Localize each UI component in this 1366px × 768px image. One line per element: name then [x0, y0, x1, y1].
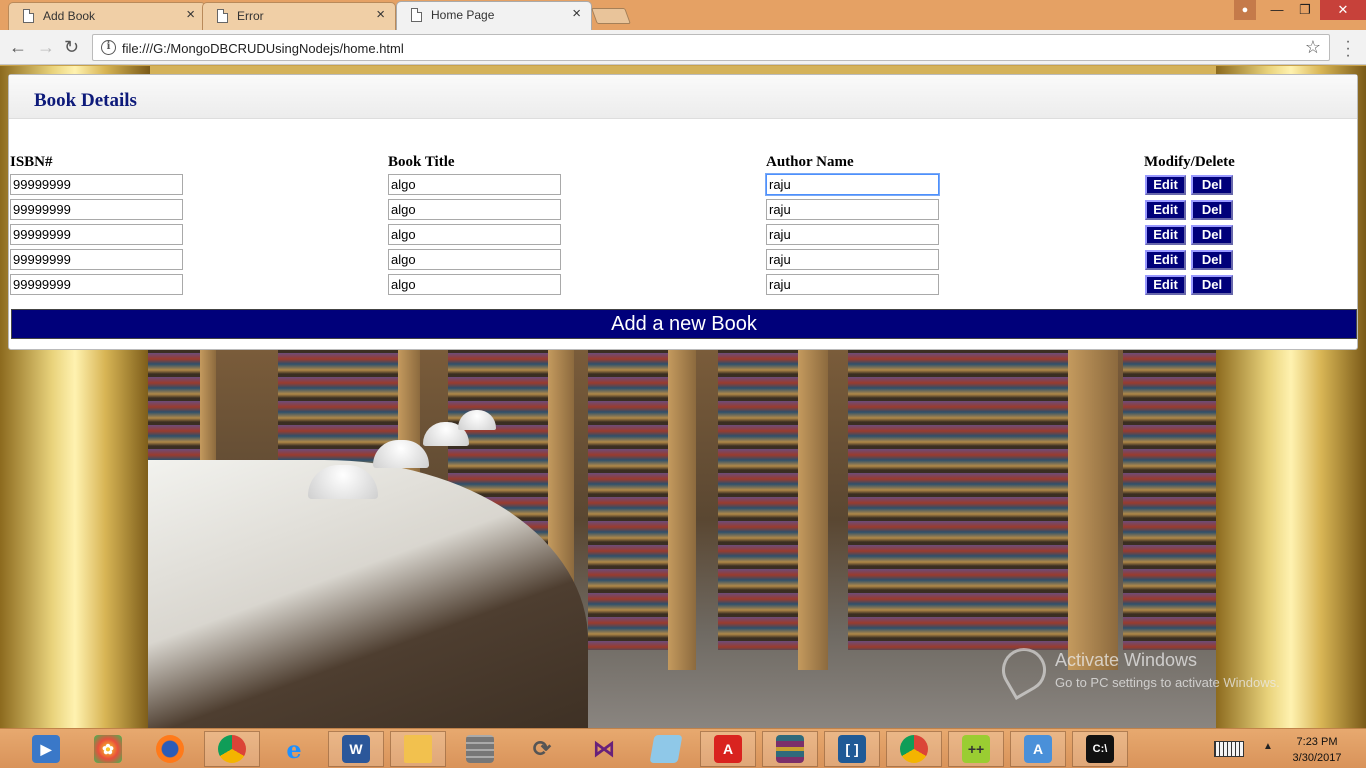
- brackets-icon[interactable]: [ ]: [824, 731, 880, 767]
- tab-title: Error: [237, 9, 264, 23]
- author-field[interactable]: [766, 224, 939, 245]
- column-header-isbn: ISBN#: [10, 154, 53, 170]
- command-prompt-icon[interactable]: C:\: [1072, 731, 1128, 767]
- chrome-icon[interactable]: [886, 731, 942, 767]
- watermark-title: Activate Windows: [1055, 650, 1198, 670]
- title-field[interactable]: [388, 199, 561, 220]
- tray-expand-icon[interactable]: ▲: [1263, 741, 1273, 752]
- column-header-actions: Modify/Delete: [1144, 154, 1235, 170]
- windows-taskbar: ▶ ✿ e W ⟳ ⋈ A [ ] ++ A C:\ ▲ 7:23 PM 3/3…: [0, 728, 1366, 768]
- edit-button[interactable]: Edit: [1145, 250, 1186, 270]
- author-field[interactable]: [766, 274, 939, 295]
- star-icon[interactable]: ☆: [1305, 37, 1321, 58]
- tab-add-book[interactable]: Add Book ×: [8, 2, 206, 30]
- sync-icon[interactable]: ⟳: [514, 731, 570, 767]
- word-icon[interactable]: W: [328, 731, 384, 767]
- edit-button[interactable]: Edit: [1145, 175, 1186, 195]
- edit-button[interactable]: Edit: [1145, 275, 1186, 295]
- reload-icon[interactable]: ↻: [64, 37, 79, 57]
- clock[interactable]: 7:23 PM 3/30/2017: [1284, 734, 1350, 766]
- menu-dots-icon[interactable]: · · ·: [1344, 34, 1352, 64]
- winrar-icon[interactable]: [762, 731, 818, 767]
- arrow-left-icon[interactable]: ←: [9, 37, 27, 57]
- clock-date: 3/30/2017: [1292, 752, 1342, 764]
- tab-title: Home Page: [431, 8, 495, 22]
- internet-explorer-icon[interactable]: e: [266, 731, 322, 767]
- isbn-field[interactable]: [10, 224, 183, 245]
- column-header-title: Book Title: [388, 154, 455, 170]
- title-field[interactable]: [388, 174, 561, 195]
- tab-close-icon[interactable]: ×: [376, 7, 385, 23]
- column-header-author: Author Name: [766, 154, 854, 170]
- paint-icon[interactable]: ✿: [80, 731, 136, 767]
- tab-title: Add Book: [43, 9, 96, 23]
- add-book-button[interactable]: Add a new Book: [11, 309, 1357, 339]
- tab-close-icon[interactable]: ×: [186, 7, 195, 23]
- browser-toolbar: ← → ↻ i file:///G:/MongoDBCRUDUsingNodej…: [0, 30, 1366, 65]
- page-icon: [217, 9, 228, 23]
- title-field[interactable]: [388, 224, 561, 245]
- file-explorer-icon[interactable]: [390, 731, 446, 767]
- browser-titlebar: Add Book × Error × Home Page × ● — ❐ ✕: [0, 0, 1366, 30]
- notepad-icon[interactable]: [638, 731, 694, 767]
- isbn-field[interactable]: [10, 249, 183, 270]
- media-center-icon[interactable]: ▶: [18, 731, 74, 767]
- page-icon: [23, 9, 34, 23]
- tab-error[interactable]: Error ×: [202, 2, 396, 30]
- minimize-icon[interactable]: —: [1264, 0, 1290, 20]
- page-title: Book Details: [34, 90, 137, 111]
- notepad-plus-icon[interactable]: ++: [948, 731, 1004, 767]
- edit-button[interactable]: Edit: [1145, 225, 1186, 245]
- delete-button[interactable]: Del: [1191, 250, 1233, 270]
- watermark-subtitle: Go to PC settings to activate Windows.: [1055, 675, 1280, 690]
- restore-icon[interactable]: ❐: [1292, 0, 1318, 20]
- delete-button[interactable]: Del: [1191, 200, 1233, 220]
- author-field[interactable]: [766, 199, 939, 220]
- visual-studio-icon[interactable]: ⋈: [576, 731, 632, 767]
- edit-button[interactable]: Edit: [1145, 200, 1186, 220]
- arrow-right-icon[interactable]: →: [37, 37, 55, 57]
- page-icon: [411, 8, 422, 22]
- delete-button[interactable]: Del: [1191, 225, 1233, 245]
- address-bar[interactable]: i file:///G:/MongoDBCRUDUsingNodejs/home…: [92, 34, 1330, 61]
- tab-close-icon[interactable]: ×: [572, 6, 581, 22]
- panel-header: Book Details: [9, 75, 1357, 119]
- isbn-field[interactable]: [10, 199, 183, 220]
- title-field[interactable]: [388, 274, 561, 295]
- wordpad-icon[interactable]: A: [1010, 731, 1066, 767]
- author-field[interactable]: [766, 249, 939, 270]
- title-field[interactable]: [388, 249, 561, 270]
- author-field[interactable]: [766, 174, 939, 195]
- tab-home-page[interactable]: Home Page ×: [396, 1, 592, 30]
- activate-windows-watermark: Activate Windows Go to PC settings to ac…: [1055, 650, 1280, 690]
- chrome-icon[interactable]: [204, 731, 260, 767]
- info-icon[interactable]: i: [101, 40, 116, 55]
- profile-icon[interactable]: ●: [1234, 0, 1256, 20]
- isbn-field[interactable]: [10, 174, 183, 195]
- delete-button[interactable]: Del: [1191, 175, 1233, 195]
- firefox-icon[interactable]: [142, 731, 198, 767]
- isbn-field[interactable]: [10, 274, 183, 295]
- firewall-icon[interactable]: [452, 731, 508, 767]
- url-text[interactable]: file:///G:/MongoDBCRUDUsingNodejs/home.h…: [122, 41, 404, 56]
- book-details-panel: Book Details ISBN# Book Title Author Nam…: [8, 74, 1358, 350]
- window-close-icon[interactable]: ✕: [1320, 0, 1366, 20]
- delete-button[interactable]: Del: [1191, 275, 1233, 295]
- acrobat-icon[interactable]: A: [700, 731, 756, 767]
- keyboard-icon[interactable]: [1214, 741, 1244, 757]
- clock-time: 7:23 PM: [1296, 736, 1338, 748]
- new-tab-button[interactable]: [591, 8, 631, 24]
